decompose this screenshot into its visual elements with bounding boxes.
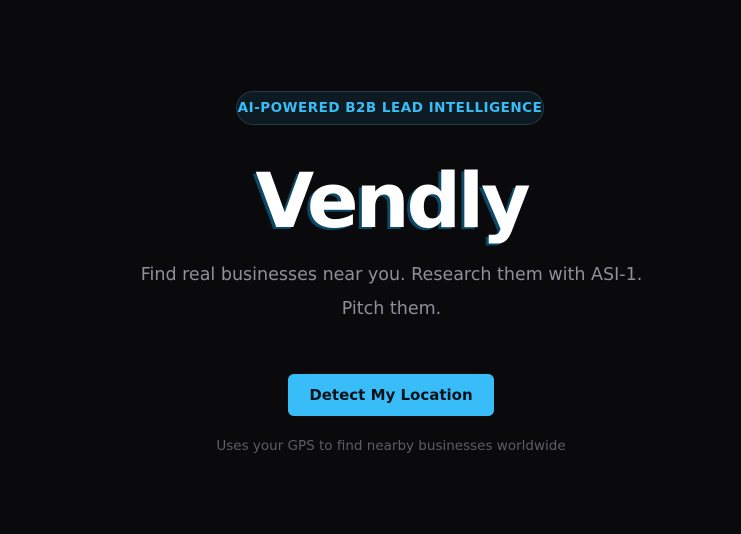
hero-subtitle: Find real businesses near you. Research … xyxy=(140,265,643,319)
gps-helper-text: Uses your GPS to find nearby businesses … xyxy=(216,438,566,454)
brand-title: Vendly xyxy=(255,156,530,245)
tagline-badge: AI-POWERED B2B LEAD INTELLIGENCE xyxy=(236,91,544,125)
landing-page: AI-POWERED B2B LEAD INTELLIGENCE Vendly … xyxy=(0,0,741,534)
detect-location-button[interactable]: Detect My Location xyxy=(288,374,494,416)
